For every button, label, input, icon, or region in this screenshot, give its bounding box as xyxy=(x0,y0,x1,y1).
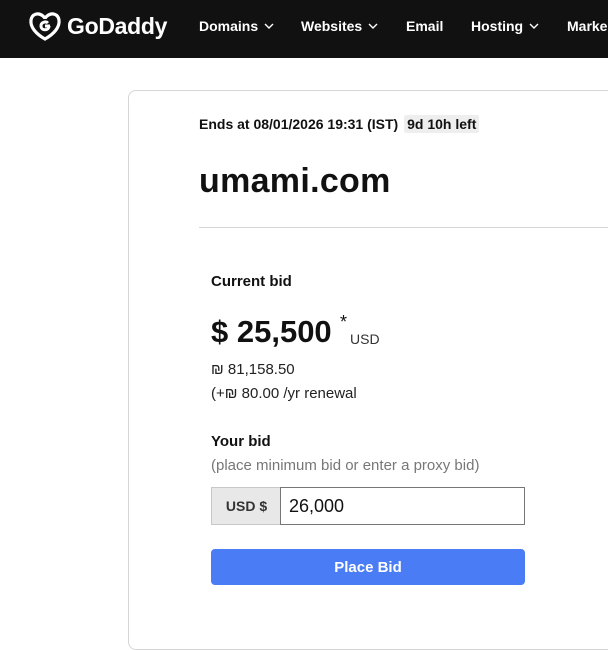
bid-currency: USD xyxy=(350,331,380,347)
nav-item-hosting[interactable]: Hosting xyxy=(471,18,540,34)
chevron-down-icon xyxy=(529,23,539,29)
end-time-text: Ends at 08/01/2026 19:31 (IST) xyxy=(199,116,399,132)
nav-item-domains[interactable]: Domains xyxy=(199,18,275,34)
time-left-badge: 9d 10h left xyxy=(404,115,480,133)
currency-prefix: USD $ xyxy=(211,487,281,525)
brand-name: GoDaddy xyxy=(67,12,168,39)
renewal-price: (+₪ 80.00 /yr renewal xyxy=(211,385,357,402)
nav-item-email[interactable]: Email xyxy=(406,18,443,34)
nav-item-websites[interactable]: Websites xyxy=(301,18,379,34)
current-bid-label: Current bid xyxy=(211,273,292,290)
current-bid-amount: $ 25,500 xyxy=(211,314,332,349)
brand-logo[interactable]: GoDaddy xyxy=(27,10,167,42)
chevron-down-icon xyxy=(368,23,378,29)
bid-amount-ils: ₪ 81,158.50 xyxy=(211,361,295,378)
bid-hint: (place minimum bid or enter a proxy bid) xyxy=(211,457,480,474)
nav-item-label: Email xyxy=(406,18,444,34)
footnote-asterisk: * xyxy=(340,312,348,332)
chevron-down-icon xyxy=(264,23,274,29)
nav-item-label: Marke xyxy=(567,18,608,34)
bid-amount-input[interactable] xyxy=(280,487,525,525)
nav-item-label: Websites xyxy=(301,18,363,34)
nav-item-marketing[interactable]: Marke xyxy=(567,18,607,34)
top-navigation: GoDaddy Domains Websites Email Hosting M… xyxy=(0,0,608,58)
divider xyxy=(199,227,608,228)
godaddy-logo-icon xyxy=(29,12,61,41)
nav-item-label: Domains xyxy=(199,18,259,34)
auction-end-time: Ends at 08/01/2026 19:31 (IST) 9d 10h le… xyxy=(199,115,480,133)
nav-item-label: Hosting xyxy=(471,18,524,34)
place-bid-button[interactable]: Place Bid xyxy=(211,549,525,585)
domain-name: umami.com xyxy=(199,162,391,200)
your-bid-label: Your bid xyxy=(211,433,271,450)
